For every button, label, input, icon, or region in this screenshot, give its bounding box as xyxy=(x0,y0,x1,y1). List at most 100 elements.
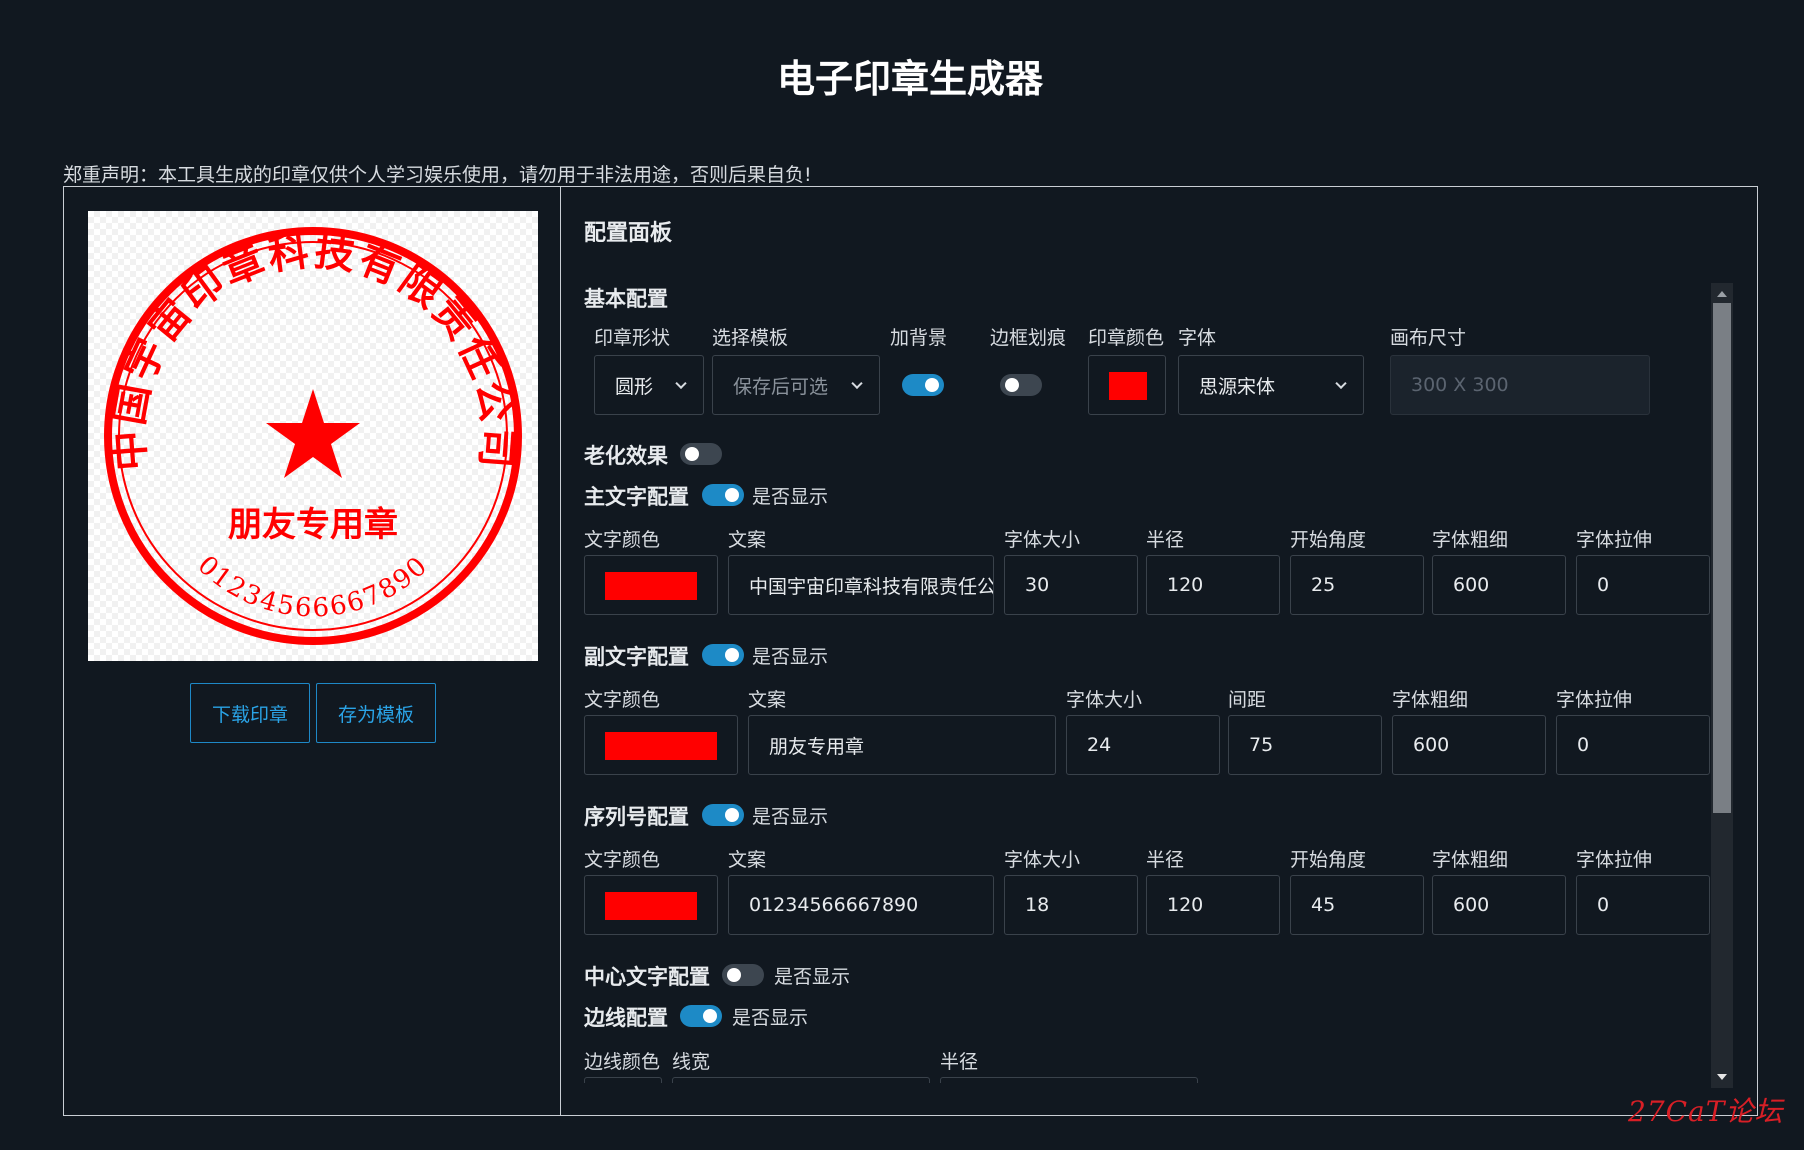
seal-image: 中国宇宙印章科技有限责任公司 朋友专用章 01234566667890 xyxy=(104,227,522,645)
sub-font-weight-input[interactable]: 600 xyxy=(1392,715,1546,775)
main-text-show-label: 是否显示 xyxy=(752,486,829,508)
main-radius-label: 半径 xyxy=(1146,529,1185,551)
serial-font-weight-input[interactable]: 600 xyxy=(1432,875,1566,935)
center-text-show-label: 是否显示 xyxy=(774,966,851,988)
sub-stretch-input[interactable]: 0 xyxy=(1556,715,1710,775)
border-radius-label: 半径 xyxy=(940,1051,979,1073)
main-text-toggle[interactable] xyxy=(702,484,744,506)
scrollbar-thumb[interactable] xyxy=(1713,303,1731,813)
serial-font-weight-label: 字体粗细 xyxy=(1432,849,1509,871)
serial-radius-label: 半径 xyxy=(1146,849,1185,871)
sub-color-swatch xyxy=(605,732,717,760)
background-label: 加背景 xyxy=(890,327,948,349)
main-color-swatch xyxy=(605,572,697,600)
canvas-size-placeholder: 300 X 300 xyxy=(1411,374,1509,396)
serial-font-size-input[interactable]: 18 xyxy=(1004,875,1138,935)
main-color-picker[interactable] xyxy=(584,555,718,615)
font-label: 字体 xyxy=(1178,327,1217,349)
border-title: 边线配置 xyxy=(584,1006,668,1030)
serial-color-label: 文字颜色 xyxy=(584,849,661,871)
center-text-title: 中心文字配置 xyxy=(584,965,710,989)
chevron-down-icon xyxy=(675,377,687,390)
config-scroll-area[interactable]: 基本配置 印章形状 选择模板 加背景 边框划痕 印章颜色 字体 画布尺寸 圆形 … xyxy=(584,283,1734,1083)
template-select[interactable]: 保存后可选 xyxy=(712,355,880,415)
shape-select-value: 圆形 xyxy=(615,375,654,398)
border-radius-input[interactable] xyxy=(940,1077,1198,1083)
scroll-up-arrow-icon[interactable] xyxy=(1717,291,1727,297)
sub-text-label: 文案 xyxy=(748,689,787,711)
scroll-down-arrow-icon[interactable] xyxy=(1717,1074,1727,1080)
chevron-down-icon xyxy=(851,377,863,390)
aging-toggle[interactable] xyxy=(680,443,722,465)
serial-text-input[interactable]: 01234566667890 xyxy=(728,875,994,935)
border-show-label: 是否显示 xyxy=(732,1007,809,1029)
config-panel: 配置面板 基本配置 印章形状 选择模板 加背景 边框划痕 印章颜色 字体 画布尺… xyxy=(562,187,1757,1115)
sub-color-picker[interactable] xyxy=(584,715,738,775)
sub-stretch-label: 字体拉伸 xyxy=(1556,689,1633,711)
main-stretch-input[interactable]: 0 xyxy=(1576,555,1710,615)
sub-text-input[interactable]: 朋友专用章 xyxy=(748,715,1056,775)
aging-title: 老化效果 xyxy=(584,444,668,468)
template-select-placeholder: 保存后可选 xyxy=(733,375,829,398)
serial-show-label: 是否显示 xyxy=(752,806,829,828)
serial-text-label: 文案 xyxy=(728,849,767,871)
serial-toggle[interactable] xyxy=(702,804,744,826)
star-icon xyxy=(266,389,360,478)
serial-color-swatch xyxy=(605,892,697,920)
shape-select[interactable]: 圆形 xyxy=(594,355,704,415)
main-radius-input[interactable]: 120 xyxy=(1146,555,1280,615)
border-scratch-toggle[interactable] xyxy=(1000,374,1042,396)
border-toggle[interactable] xyxy=(680,1005,722,1027)
serial-start-angle-label: 开始角度 xyxy=(1290,849,1367,871)
template-label: 选择模板 xyxy=(712,327,789,349)
seal-preview-canvas: 中国宇宙印章科技有限责任公司 朋友专用章 01234566667890 xyxy=(88,211,538,661)
font-select[interactable]: 思源宋体 xyxy=(1178,355,1364,415)
save-template-button[interactable]: 存为模板 xyxy=(316,683,436,743)
main-frame: 中国宇宙印章科技有限责任公司 朋友专用章 01234566667890 下载印章… xyxy=(63,186,1758,1116)
main-stretch-label: 字体拉伸 xyxy=(1576,529,1653,551)
serial-font-size-label: 字体大小 xyxy=(1004,849,1081,871)
border-scratch-label: 边框划痕 xyxy=(990,327,1067,349)
seal-serial-text: 01234566667890 xyxy=(192,550,433,623)
main-font-weight-label: 字体粗细 xyxy=(1432,529,1509,551)
sub-font-weight-label: 字体粗细 xyxy=(1392,689,1469,711)
sub-font-size-input[interactable]: 24 xyxy=(1066,715,1220,775)
sub-spacing-label: 间距 xyxy=(1228,689,1267,711)
seal-color-picker[interactable] xyxy=(1088,355,1166,415)
basic-config-title: 基本配置 xyxy=(584,287,668,311)
main-start-angle-label: 开始角度 xyxy=(1290,529,1367,551)
background-toggle[interactable] xyxy=(902,374,944,396)
serial-color-picker[interactable] xyxy=(584,875,718,935)
main-text-input[interactable]: 中国宇宙印章科技有限责任公司 xyxy=(728,555,994,615)
seal-sub-text: 朋友专用章 xyxy=(228,505,398,545)
svg-text:01234566667890: 01234566667890 xyxy=(192,550,435,623)
shape-label: 印章形状 xyxy=(594,327,671,349)
sub-text-show-label: 是否显示 xyxy=(752,646,829,668)
sub-font-size-label: 字体大小 xyxy=(1066,689,1143,711)
sub-spacing-input[interactable]: 75 xyxy=(1228,715,1382,775)
serial-start-angle-input[interactable]: 45 xyxy=(1290,875,1424,935)
download-seal-button[interactable]: 下载印章 xyxy=(190,683,310,743)
serial-stretch-input[interactable]: 0 xyxy=(1576,875,1710,935)
config-panel-title: 配置面板 xyxy=(584,221,673,246)
main-start-angle-input[interactable]: 25 xyxy=(1290,555,1424,615)
config-scrollbar[interactable] xyxy=(1711,283,1733,1088)
serial-radius-input[interactable]: 120 xyxy=(1146,875,1280,935)
seal-color-swatch xyxy=(1109,372,1147,400)
border-color-picker[interactable] xyxy=(584,1077,662,1083)
seal-color-label: 印章颜色 xyxy=(1088,327,1165,349)
page-title: 电子印章生成器 xyxy=(776,57,1043,101)
main-font-size-input[interactable]: 30 xyxy=(1004,555,1138,615)
center-text-toggle[interactable] xyxy=(722,964,764,986)
sub-text-title: 副文字配置 xyxy=(584,645,689,669)
main-text-title: 主文字配置 xyxy=(584,485,689,509)
forum-watermark: 27CaT论坛 xyxy=(1628,1095,1784,1128)
canvas-size-input[interactable]: 300 X 300 xyxy=(1390,355,1650,415)
serial-stretch-label: 字体拉伸 xyxy=(1576,849,1653,871)
sub-text-toggle[interactable] xyxy=(702,644,744,666)
main-font-weight-input[interactable]: 600 xyxy=(1432,555,1566,615)
border-width-input[interactable] xyxy=(672,1077,930,1083)
disclaimer-text: 郑重声明：本工具生成的印章仅供个人学习娱乐使用，请勿用于非法用途，否则后果自负! xyxy=(63,164,812,186)
border-width-label: 线宽 xyxy=(672,1051,711,1073)
preview-pane: 中国宇宙印章科技有限责任公司 朋友专用章 01234566667890 下载印章… xyxy=(64,187,561,1115)
